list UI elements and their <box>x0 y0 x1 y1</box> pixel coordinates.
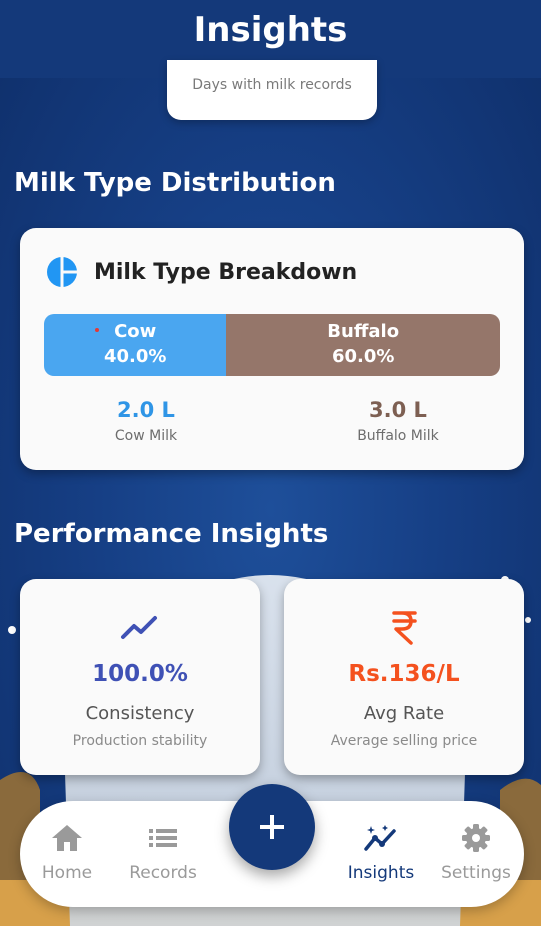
nav-records-label: Records <box>129 863 197 883</box>
cow-amount-value: 2.0 L <box>117 398 175 422</box>
consistency-card: 100.0% Consistency Production stability <box>20 579 260 775</box>
cow-amount-label: Cow Milk <box>114 428 178 444</box>
plus-icon <box>260 815 284 839</box>
avg-rate-subtitle: Average selling price <box>330 733 478 749</box>
cow-segment-name: Cow <box>114 321 157 342</box>
list-icon <box>149 829 177 847</box>
avg-rate-label: Avg Rate <box>363 703 445 724</box>
trending-up-icon <box>121 616 157 639</box>
performance-section-title: Performance Insights <box>14 519 329 549</box>
breakdown-header: Milk Type Breakdown <box>46 256 357 288</box>
milk-amounts: 2.0 L Cow Milk 3.0 L Buffalo Milk <box>20 396 524 444</box>
buffalo-amount-label: Buffalo Milk <box>357 428 439 444</box>
avg-rate-icon-wrap <box>284 607 524 647</box>
cow-share-segment: Cow 40.0% <box>44 314 227 376</box>
nav-insights-label: Insights <box>347 863 415 883</box>
milk-share-bar: Cow 40.0% Buffalo 60.0% <box>44 314 500 376</box>
consistency-subtitle: Production stability <box>72 733 208 749</box>
nav-settings-label: Settings <box>441 863 511 883</box>
insights-icon <box>364 825 396 851</box>
nav-home-label: Home <box>41 863 93 883</box>
avg-rate-card: Rs.136/L Avg Rate Average selling price <box>284 579 524 775</box>
nav-settings[interactable]: Settings <box>426 823 526 883</box>
buffalo-share-segment: Buffalo 60.0% <box>226 314 500 376</box>
avg-rate-value: Rs.136/L <box>348 661 460 687</box>
days-recorded-label: Days with milk records <box>192 77 352 93</box>
cow-amount-block: 2.0 L Cow Milk <box>20 396 272 444</box>
nav-insights[interactable]: Insights <box>331 823 431 883</box>
breakdown-title: Milk Type Breakdown <box>94 259 358 285</box>
milk-type-section-title: Milk Type Distribution <box>14 168 336 198</box>
add-record-button[interactable] <box>229 784 315 870</box>
consistency-icon-wrap <box>20 607 260 647</box>
buffalo-segment-name: Buffalo <box>327 321 400 342</box>
buffalo-amount-block: 3.0 L Buffalo Milk <box>272 396 524 444</box>
cow-segment-name-wrap: Cow <box>95 320 157 344</box>
indicator-dot <box>95 328 100 332</box>
pie-chart-icon <box>47 256 78 288</box>
gear-icon <box>462 824 490 852</box>
rupee-icon <box>392 611 417 645</box>
nav-home[interactable]: Home <box>17 823 117 883</box>
cow-segment-percent: 40.0% <box>103 346 167 367</box>
consistency-label: Consistency <box>85 703 195 724</box>
consistency-value: 100.0% <box>92 661 188 687</box>
page-title: Insights <box>193 10 348 50</box>
days-recorded-card: Days with milk records <box>167 60 377 120</box>
nav-records[interactable]: Records <box>113 823 213 883</box>
home-icon <box>52 825 82 851</box>
milk-type-breakdown-card: Milk Type Breakdown Cow 40.0% Buffalo 60… <box>20 228 524 470</box>
buffalo-segment-percent: 60.0% <box>331 346 395 367</box>
buffalo-amount-value: 3.0 L <box>369 398 427 422</box>
